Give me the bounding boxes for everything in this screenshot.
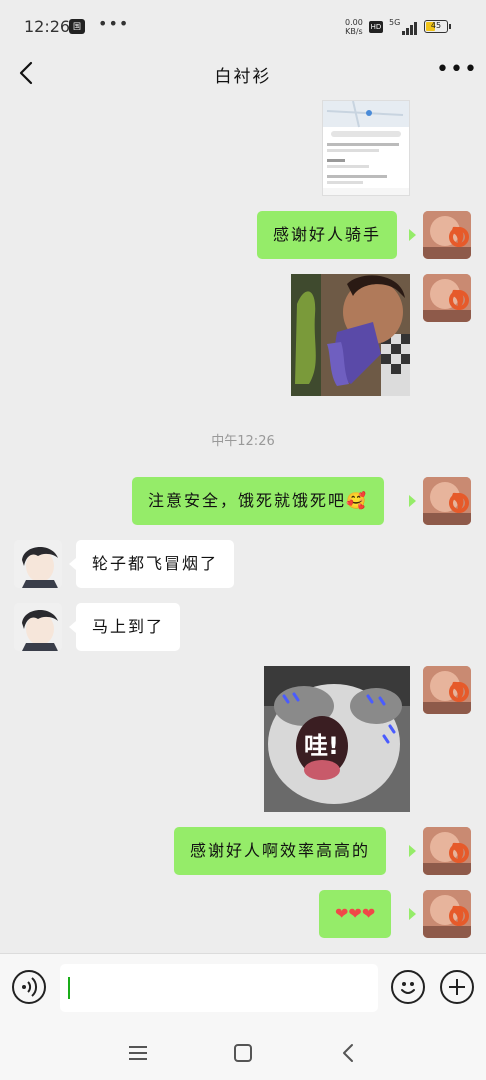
self-avatar[interactable] — [423, 211, 471, 259]
voice-button[interactable] — [12, 970, 46, 1004]
more-options-button[interactable]: ••• — [436, 56, 477, 86]
image-message-map[interactable] — [322, 100, 410, 196]
back-triangle-icon — [343, 1044, 353, 1062]
status-time: 12:26 — [24, 17, 71, 36]
self-avatar[interactable] — [423, 827, 471, 875]
emoji-icon — [401, 982, 415, 994]
cat-meme-image: 哇! — [264, 666, 410, 812]
bubble-tail — [409, 845, 416, 857]
input-bar — [0, 953, 486, 1026]
message-bubble-in[interactable]: 轮子都飞冒烟了 — [76, 540, 235, 588]
plus-button[interactable] — [440, 970, 474, 1004]
bubble-tail — [69, 621, 76, 633]
chat-title: 白衬衫 — [214, 67, 272, 87]
self-avatar[interactable] — [423, 274, 471, 322]
chat-header: 白衬衫 ••• — [0, 50, 486, 96]
home-button[interactable] — [229, 1039, 257, 1067]
contact-avatar-image — [14, 540, 62, 588]
menu-button[interactable] — [124, 1039, 152, 1067]
image-message-cat[interactable]: 哇! — [264, 666, 410, 812]
contact-avatar-image — [14, 603, 62, 651]
plus-icon — [449, 979, 465, 995]
bubble-tail — [409, 495, 416, 507]
self-avatar-image — [423, 211, 471, 259]
more-notifications-icon: ••• — [98, 14, 130, 33]
message-text: 注意安全，饿死就饿死吧 — [148, 491, 347, 510]
message-input[interactable] — [60, 964, 378, 1012]
message-bubble-out[interactable]: 感谢好人啊效率高高的 — [174, 827, 387, 875]
emoji-button[interactable] — [391, 970, 425, 1004]
contact-avatar[interactable] — [14, 603, 62, 651]
message-bubble-in[interactable]: 马上到了 — [76, 603, 181, 651]
status-bar: 12:26 国 ••• 0.00 KB/s HD 5G 45 — [0, 0, 486, 50]
cat-meme-caption: 哇! — [304, 732, 339, 760]
self-avatar-image — [423, 827, 471, 875]
message-bubble-out[interactable]: 注意安全，饿死就饿死吧🥰 — [132, 477, 384, 525]
message-timestamp: 中午12:26 — [211, 434, 275, 449]
self-avatar-image — [423, 477, 471, 525]
message-bubble-out[interactable]: 感谢好人骑手 — [257, 211, 398, 259]
self-avatar-image — [423, 274, 471, 322]
hd-icon: HD — [369, 21, 383, 33]
battery-cap — [449, 24, 451, 29]
image-message-photo[interactable] — [291, 274, 410, 396]
menu-icon — [129, 1046, 147, 1060]
bubble-tail — [69, 558, 76, 570]
bubble-tail — [409, 229, 416, 241]
network-speed: 0.00 KB/s — [345, 18, 363, 36]
app-notification-icon: 国 — [69, 19, 85, 34]
signal-icon — [398, 21, 418, 35]
system-back-button[interactable] — [334, 1039, 362, 1067]
text-cursor — [68, 977, 70, 999]
message-bubble-out[interactable]: ❤❤❤ — [319, 890, 392, 938]
self-avatar[interactable] — [423, 477, 471, 525]
emoji-icon-smiling: 🥰 — [346, 491, 368, 510]
network-speed-value: 0.00 — [345, 18, 363, 27]
map-screenshot-image — [323, 101, 409, 195]
home-square-icon — [234, 1044, 252, 1062]
bubble-tail — [409, 908, 416, 920]
contact-avatar[interactable] — [14, 540, 62, 588]
meme-photo-image — [291, 274, 410, 396]
network-speed-unit: KB/s — [345, 27, 363, 36]
self-avatar-image — [423, 890, 471, 938]
self-avatar-image — [423, 666, 471, 714]
voice-icon — [22, 977, 38, 997]
self-avatar[interactable] — [423, 890, 471, 938]
self-avatar[interactable] — [423, 666, 471, 714]
battery-icon: 45 — [424, 20, 448, 33]
system-navigation-bar — [0, 1025, 486, 1080]
battery-level: 45 — [430, 21, 442, 30]
